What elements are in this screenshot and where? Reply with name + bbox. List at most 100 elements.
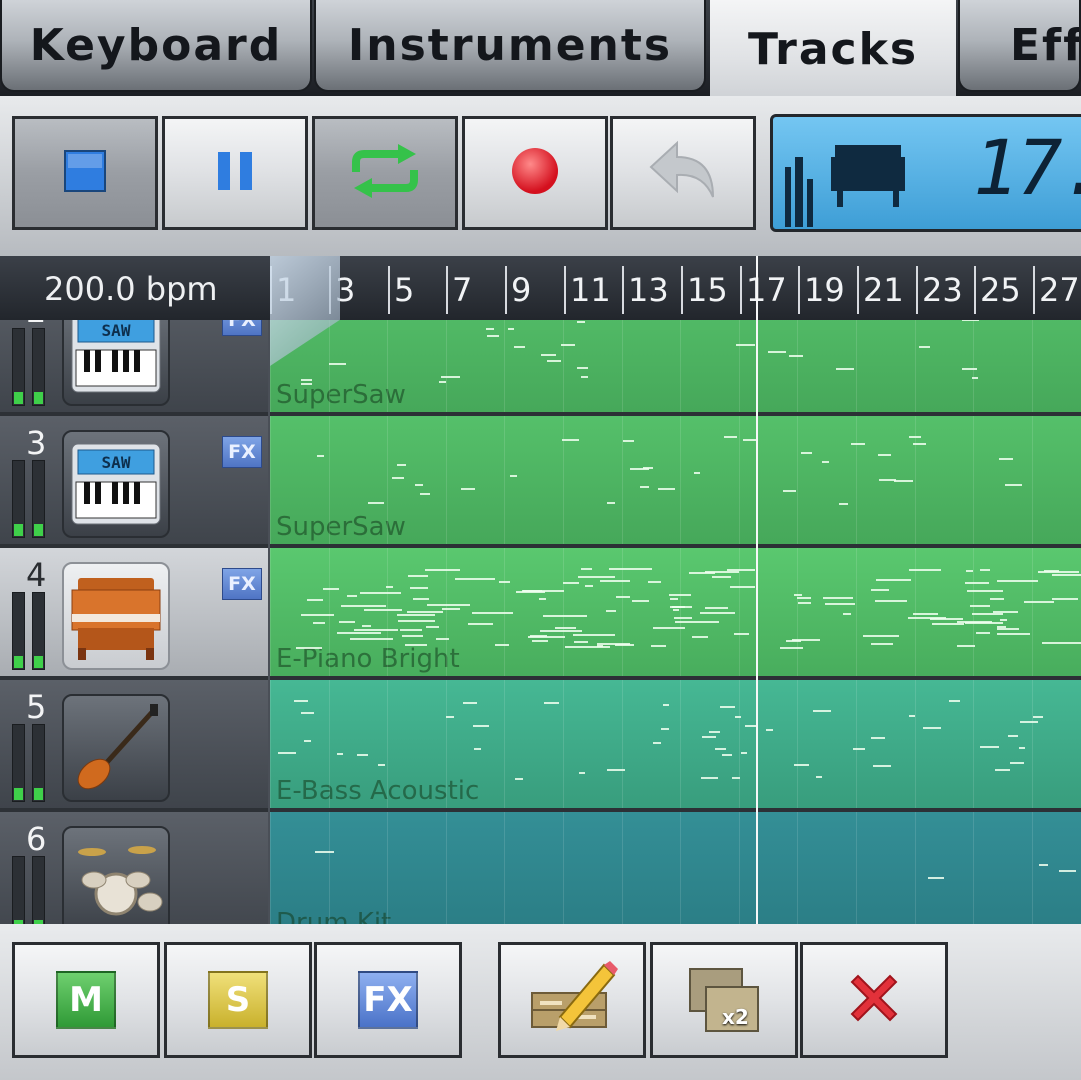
- note-event: [674, 617, 692, 619]
- note-event: [1042, 642, 1081, 644]
- note-event: [472, 612, 513, 614]
- grid-line: [621, 320, 623, 412]
- note-event: [364, 609, 402, 611]
- grid-line: [621, 680, 623, 808]
- track-fx-badge[interactable]: FX: [222, 436, 262, 468]
- note-event: [700, 612, 735, 614]
- note-event: [661, 728, 669, 730]
- note-event: [1000, 619, 1007, 621]
- note-event: [615, 644, 634, 646]
- grid-line: [797, 416, 799, 544]
- drum-kit-icon[interactable]: [62, 826, 170, 924]
- piano-icon: [829, 141, 909, 215]
- grid-line: [621, 812, 623, 924]
- note-event: [972, 613, 1003, 615]
- track-fx-badge[interactable]: FX: [222, 568, 262, 600]
- grid-line: [680, 680, 682, 808]
- track-fx-badge[interactable]: FX: [222, 320, 262, 336]
- synth-keyboard-icon[interactable]: SAW: [62, 430, 170, 538]
- note-event: [607, 502, 615, 504]
- track-clip[interactable]: E-Bass Acoustic: [270, 680, 1081, 812]
- grid-line: [328, 680, 330, 808]
- note-event: [789, 355, 803, 357]
- note-event: [397, 464, 406, 466]
- note-event: [607, 769, 625, 771]
- track-header[interactable]: 3 SAW FX: [0, 416, 268, 548]
- note-event: [967, 590, 1003, 592]
- tab-tracks[interactable]: Tracks: [710, 0, 956, 98]
- pause-button[interactable]: [162, 116, 308, 230]
- grid-line: [270, 548, 271, 676]
- timeline-ruler[interactable]: 200.0 bpm 1 3 5 7 9 11 13 15 17 19 21 23…: [0, 256, 1081, 320]
- note-event: [702, 736, 716, 738]
- loop-button[interactable]: [312, 116, 458, 230]
- synth-keyboard-icon[interactable]: SAW: [62, 320, 170, 406]
- grid-line: [563, 416, 564, 544]
- mute-button[interactable]: M: [12, 942, 160, 1058]
- grid-line: [445, 320, 447, 412]
- note-event: [329, 363, 346, 365]
- track-header[interactable]: 6: [0, 812, 268, 924]
- undo-button[interactable]: [610, 116, 756, 230]
- note-event: [873, 765, 891, 767]
- fx-label: FX: [358, 971, 418, 1029]
- note-event: [562, 439, 579, 441]
- tab-keyboard[interactable]: Keyboard: [0, 0, 312, 92]
- note-event: [705, 607, 728, 609]
- tab-label: Keyboard: [29, 19, 283, 71]
- track-header[interactable]: 5: [0, 680, 268, 812]
- track-row[interactable]: 4 FX E-Piano Bright: [0, 548, 1081, 680]
- note-event: [499, 581, 510, 583]
- upright-piano-icon[interactable]: [62, 562, 170, 670]
- grid-line: [563, 320, 564, 412]
- note-event: [735, 716, 741, 718]
- note-event: [669, 594, 691, 596]
- note-event: [932, 623, 964, 625]
- note-event: [532, 640, 548, 642]
- grid-line: [738, 416, 740, 544]
- bass-guitar-icon[interactable]: [62, 694, 170, 802]
- note-event: [606, 610, 616, 612]
- track-header[interactable]: 2 SAW FX: [0, 320, 268, 416]
- grid-line: [621, 416, 623, 544]
- track-clip[interactable]: SuperSaw: [270, 416, 1081, 548]
- track-header[interactable]: 4 FX: [0, 548, 268, 680]
- note-event: [446, 716, 454, 718]
- track-row[interactable]: 6 Drum Kit: [0, 812, 1081, 924]
- track-clip[interactable]: SuperSaw: [270, 320, 1081, 416]
- tab-label: Tracks: [747, 23, 919, 75]
- bar-marker: 13: [622, 266, 669, 314]
- track-row[interactable]: 3 SAW FX SuperSaw: [0, 416, 1081, 548]
- note-event: [653, 742, 661, 744]
- tab-instruments[interactable]: Instruments: [314, 0, 706, 92]
- track-clip[interactable]: Drum Kit: [270, 812, 1081, 924]
- fx-button[interactable]: FX: [314, 942, 462, 1058]
- tab-effects[interactable]: Effe: [958, 0, 1081, 92]
- note-event: [463, 702, 477, 704]
- note-event: [573, 634, 615, 636]
- delete-x-icon: [844, 968, 904, 1032]
- record-button[interactable]: [462, 116, 608, 230]
- solo-label: S: [208, 971, 268, 1029]
- note-event: [724, 436, 737, 438]
- note-event: [1024, 601, 1054, 603]
- grid-line: [1031, 548, 1033, 676]
- tempo-label[interactable]: 200.0 bpm: [44, 270, 218, 308]
- track-list[interactable]: 2 SAW FX SuperSaw 3: [0, 320, 1081, 924]
- duplicate-button[interactable]: x2: [650, 942, 798, 1058]
- edit-button[interactable]: [498, 942, 646, 1058]
- delete-button[interactable]: [800, 942, 948, 1058]
- note-event: [743, 439, 756, 441]
- track-row[interactable]: 5 E-Bass Acoustic: [0, 680, 1081, 812]
- grid-line: [1031, 320, 1033, 412]
- note-event: [1044, 570, 1059, 572]
- solo-button[interactable]: S: [164, 942, 312, 1058]
- note-event: [715, 748, 726, 750]
- level-meter-right: [32, 592, 45, 670]
- note-event: [783, 490, 796, 492]
- stop-button[interactable]: [12, 116, 158, 230]
- track-row[interactable]: 2 SAW FX SuperSaw: [0, 320, 1081, 416]
- note-event: [913, 613, 938, 615]
- track-clip[interactable]: E-Piano Bright: [270, 548, 1081, 680]
- playhead[interactable]: [756, 256, 758, 924]
